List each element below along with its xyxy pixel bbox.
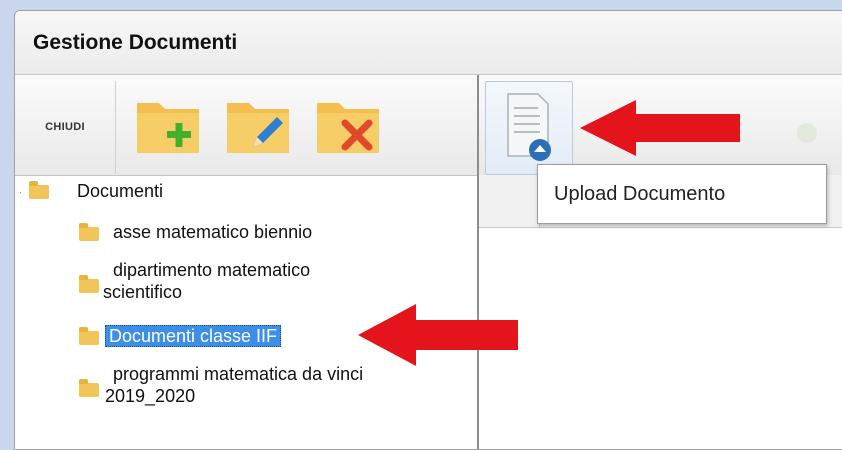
- folder-toolbar: CHIUDI: [15, 75, 477, 176]
- expander-icon[interactable]: ·: [19, 187, 29, 197]
- tooltip-text: Upload Documento: [554, 182, 726, 205]
- tree-item-label-cont: scientifico: [103, 282, 183, 302]
- tree-item[interactable]: dipartimento matematico scientifico: [79, 259, 310, 303]
- delete-folder-button[interactable]: [313, 89, 383, 159]
- tree-item-label-cont: 2019_2020: [105, 386, 196, 406]
- tree-item[interactable]: asse matematico biennio: [79, 221, 312, 243]
- window-title: Gestione Documenti: [33, 31, 238, 54]
- upload-tooltip: Upload Documento: [537, 164, 827, 224]
- edit-folder-button[interactable]: [223, 89, 293, 159]
- red-arrow-icon: [580, 100, 740, 156]
- title-bar: Gestione Documenti: [15, 11, 842, 75]
- disabled-action-icon: [797, 123, 817, 143]
- folder-icon: [79, 327, 99, 345]
- upload-document-button[interactable]: [485, 81, 573, 175]
- tree-root-label: Documenti: [77, 181, 164, 201]
- tree-item[interactable]: programmi matematica da vinci 2019_2020: [79, 363, 363, 407]
- tree-item-label: asse matematico biennio: [113, 222, 313, 242]
- tree-item-label: dipartimento matematico: [113, 260, 311, 280]
- tree-item-selected[interactable]: Documenti classe IIF: [79, 325, 282, 347]
- tree-item-label: Documenti classe IIF: [105, 325, 282, 347]
- document-manager-window: Gestione Documenti CHIUDI · Documenti as…: [14, 10, 842, 450]
- folder-plus-icon: [137, 103, 199, 153]
- folder-icon: [79, 379, 99, 397]
- tree-root-documenti[interactable]: · Documenti: [19, 180, 164, 202]
- close-button-label: CHIUDI: [45, 121, 85, 133]
- folder-icon: [29, 180, 49, 199]
- document-upload-icon: [507, 93, 551, 161]
- close-button[interactable]: CHIUDI: [15, 81, 116, 173]
- folder-delete-icon: [317, 103, 379, 153]
- add-folder-button[interactable]: [133, 89, 203, 159]
- folder-pane: CHIUDI · Documenti asse matematico bienn…: [15, 75, 479, 449]
- red-arrow-icon: [358, 304, 518, 366]
- folder-edit-icon: [227, 103, 289, 153]
- folder-icon: [79, 223, 99, 241]
- tree-item-label: programmi matematica da vinci: [113, 364, 364, 384]
- folder-icon: [79, 275, 99, 293]
